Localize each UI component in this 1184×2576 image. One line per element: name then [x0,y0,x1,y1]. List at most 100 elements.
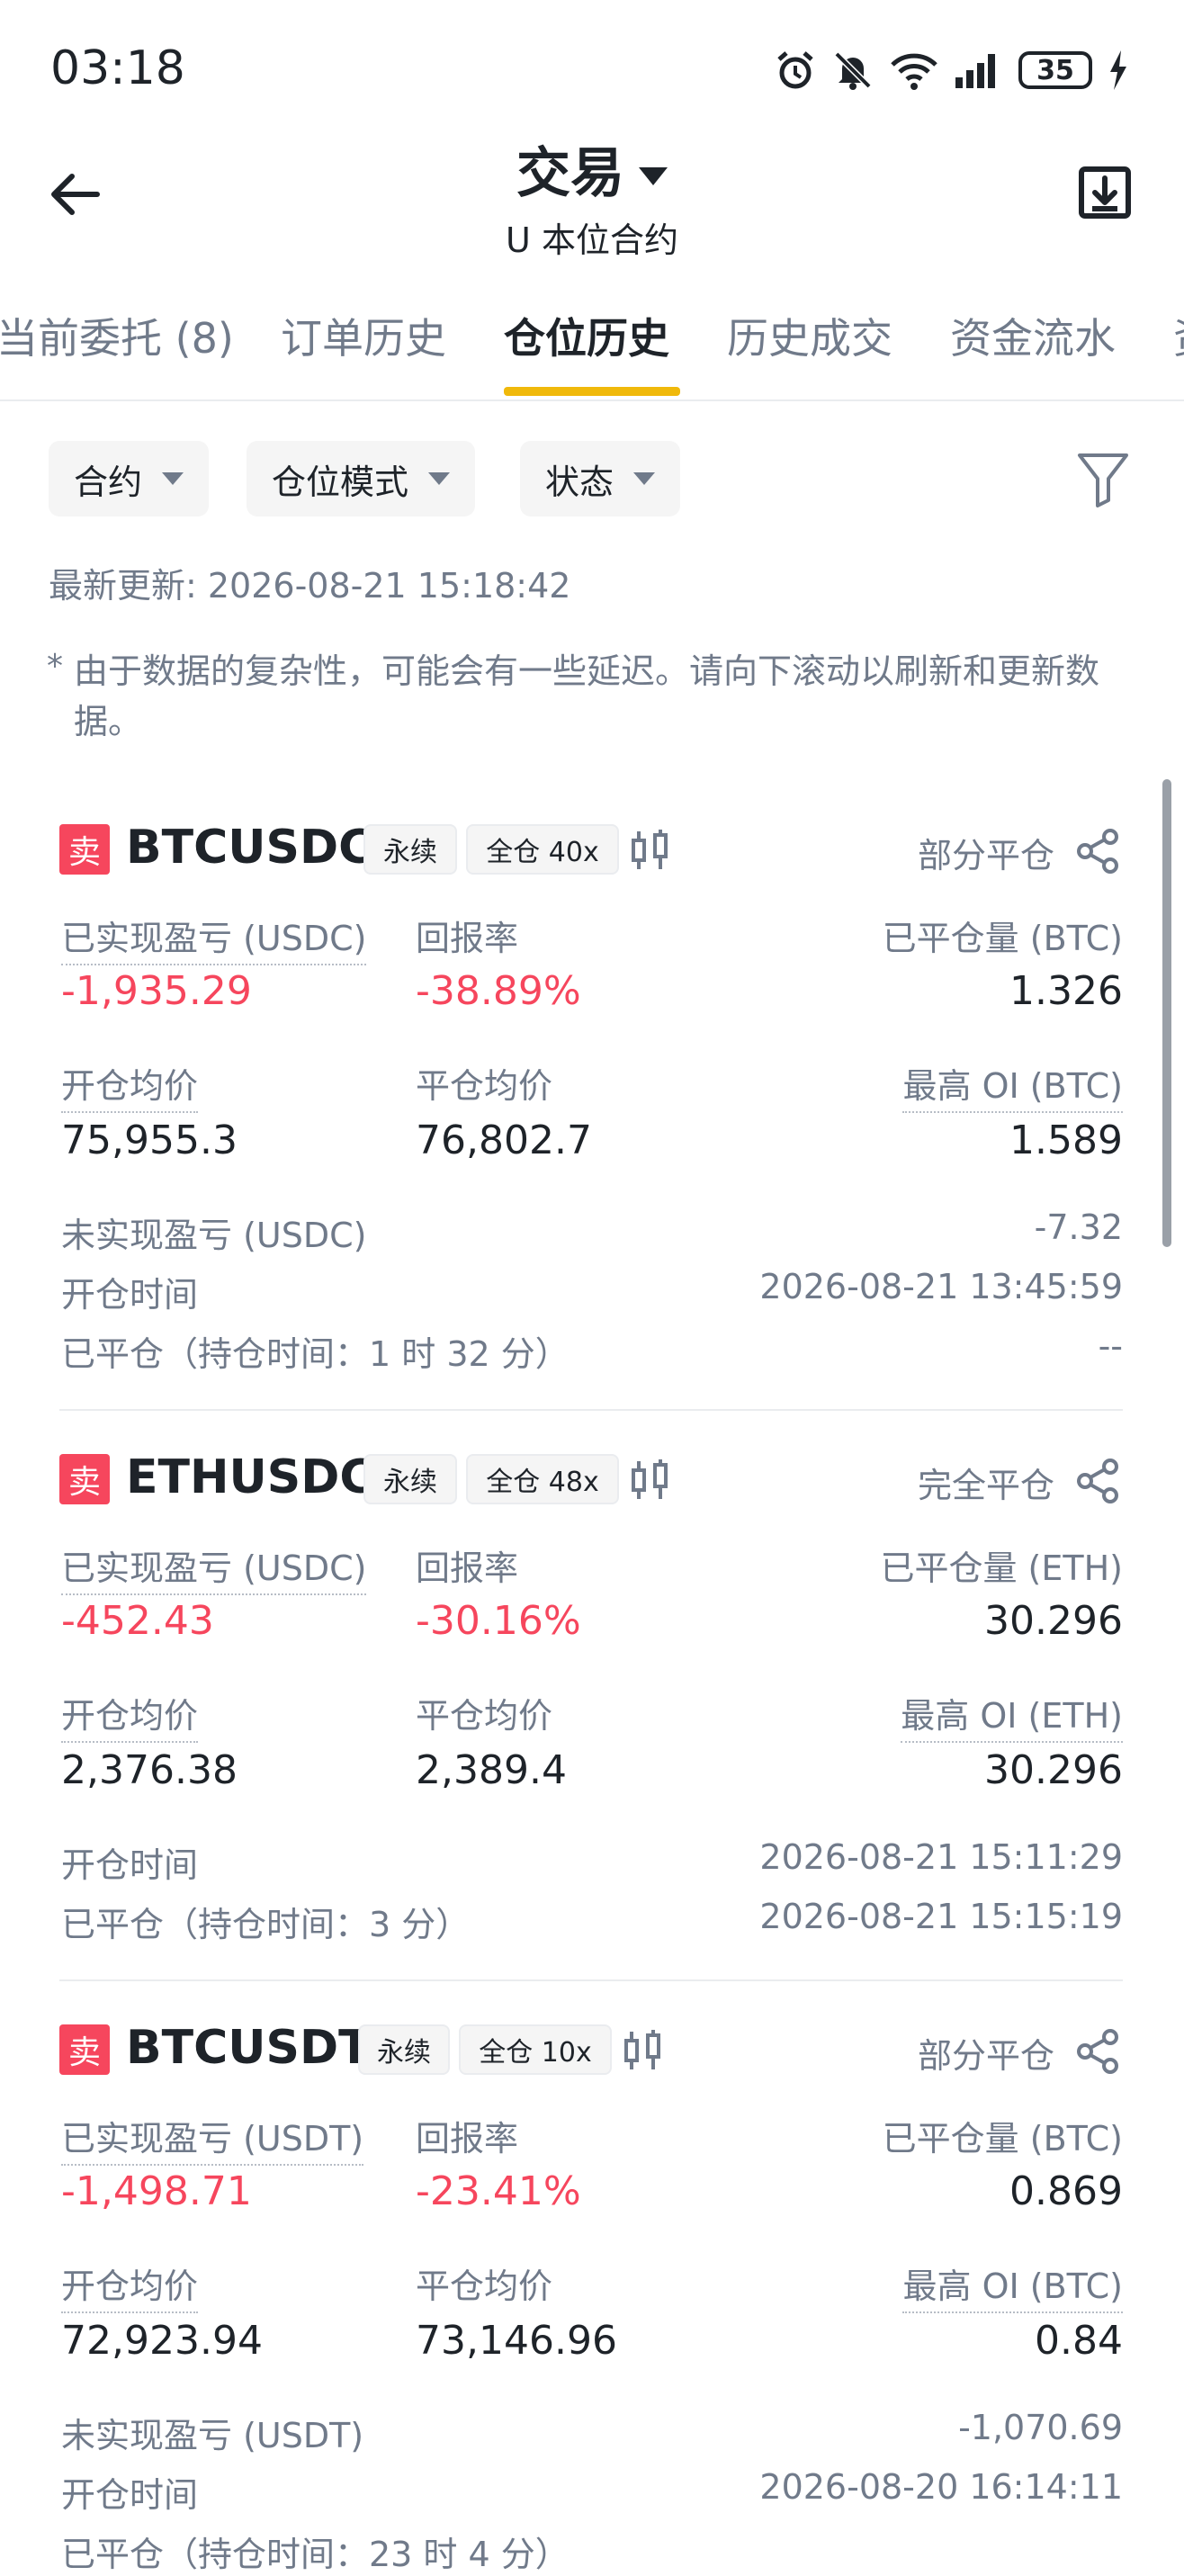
realized-pnl-value: -452.43 [61,1598,214,1644]
close-time-value: -- [1098,1326,1123,1366]
closed-qty-label: 已平仓量 (BTC) [882,919,1123,958]
closed-qty-label: 已平仓量 (BTC) [882,2119,1123,2159]
open-time-value: 2026-08-21 15:11:29 [759,1837,1123,1877]
max-oi-value: 30.296 [984,1747,1123,1793]
sell-badge: 卖 [59,1454,110,1504]
perpetual-tag: 永续 [363,1454,457,1504]
candlestick-icon[interactable] [630,828,669,873]
close-price-value: 76,802.7 [416,1117,592,1163]
roi-label: 回报率 [416,2119,519,2159]
max-oi-label[interactable]: 最高 OI (BTC) [902,1058,1123,1113]
entry-price-label[interactable]: 开仓均价 [61,1058,199,1113]
status-icons: 35 [774,43,1128,97]
tab-transaction-history[interactable]: 资金流水 [950,306,1116,365]
close-time-value: 2026-08-21 15:15:19 [759,1897,1123,1936]
signal-icon [955,54,995,88]
tab-trade-history[interactable]: 历史成交 [727,306,892,365]
tab-order-history[interactable]: 订单历史 [281,306,446,365]
unrealized-pnl-label: 未实现盈亏 (USDC) [61,1216,367,1255]
closed-duration-label: 已平仓（持仓时间：3 分） [61,1905,471,1944]
close-price-label: 平仓均价 [416,1066,553,1106]
status-filter[interactable]: 状态 [520,441,681,516]
position-symbol[interactable]: ETHUSDC [126,1450,374,1504]
entry-price-value: 72,923.94 [61,2318,263,2364]
battery-icon: 35 [1018,51,1092,89]
max-oi-label[interactable]: 最高 OI (ETH) [901,1688,1123,1743]
caret-down-icon [633,472,656,485]
charging-icon [1110,50,1126,90]
roi-value: -23.41% [416,2168,581,2214]
contract-filter[interactable]: 合约 [49,441,210,516]
close-price-value: 2,389.4 [416,1747,567,1793]
close-price-value: 73,146.96 [416,2318,617,2364]
perpetual-tag: 永续 [358,2024,450,2075]
position-symbol[interactable]: BTCUSDC [126,821,372,875]
closed-qty-value: 1.326 [1009,968,1123,1014]
share-icon[interactable] [1074,828,1121,875]
unrealized-pnl-label: 未实现盈亏 (USDT) [61,2416,364,2455]
open-time-label: 开仓时间 [61,1275,199,1315]
contract-filter-label: 合约 [74,462,143,502]
page-title-text: 交易 [516,142,624,205]
unrealized-pnl-value: -7.32 [1034,1207,1123,1247]
close-price-label: 平仓均价 [416,1696,553,1736]
chevron-down-icon [639,167,668,186]
close-price-label: 平仓均价 [416,2266,553,2306]
status-time: 03:18 [50,41,185,95]
open-time-label: 开仓时间 [61,1845,199,1885]
page-title[interactable]: 交易 [0,130,1184,208]
card-divider [59,1409,1123,1411]
candlestick-icon[interactable] [630,1458,669,1503]
download-icon[interactable] [1076,164,1134,221]
last-updated: 最新更新: 2026-08-21 15:18:42 [49,566,571,606]
scrollbar[interactable] [1162,779,1171,1247]
position-status: 完全平仓 [917,1466,1054,1505]
perpetual-tag: 永续 [363,824,457,875]
closed-duration-label: 已平仓（持仓时间：1 时 32 分） [61,1334,570,1374]
closed-qty-label: 已平仓量 (ETH) [880,1548,1123,1588]
tab-open-orders[interactable]: 当前委托 (8) [0,306,234,365]
tab-more[interactable]: 资 [1173,306,1184,365]
realized-pnl-label[interactable]: 已实现盈亏 (USDC) [61,1540,367,1595]
page-subtitle: U 本位合约 [506,220,678,260]
entry-price-label[interactable]: 开仓均价 [61,1688,199,1743]
roi-value: -30.16% [416,1598,581,1644]
open-time-value: 2026-08-21 13:45:59 [759,1267,1123,1306]
position-status: 部分平仓 [917,836,1054,875]
roi-value: -38.89% [416,968,581,1014]
realized-pnl-label[interactable]: 已实现盈亏 (USDT) [61,2111,364,2166]
status-filter-label: 状态 [545,462,614,502]
entry-price-value: 2,376.38 [61,1747,238,1793]
wifi-icon [891,53,937,90]
share-icon[interactable] [1074,2028,1121,2075]
alarm-icon [777,51,813,89]
margin-tag: 全仓 10x [459,2024,612,2075]
caret-down-icon [162,472,184,485]
share-icon[interactable] [1074,1458,1121,1504]
closed-duration-label: 已平仓（持仓时间：23 时 4 分） [61,2535,570,2574]
active-tab-indicator [504,387,680,396]
caret-down-icon [428,472,451,485]
margin-tag: 全仓 40x [466,824,619,875]
tab-position-history[interactable]: 仓位历史 [504,306,669,365]
filter-icon[interactable] [1076,450,1130,507]
roi-label: 回报率 [416,1548,519,1588]
position-symbol[interactable]: BTCUSDT [126,2021,371,2075]
realized-pnl-value: -1,498.71 [61,2168,252,2214]
closed-qty-value: 30.296 [984,1598,1123,1644]
notice-asterisk: * [47,648,63,685]
roi-label: 回报率 [416,919,519,958]
unrealized-pnl-value: -1,070.69 [958,2408,1123,2447]
entry-price-label[interactable]: 开仓均价 [61,2258,199,2313]
tabs-divider [0,399,1184,401]
card-divider [59,1979,1123,1981]
candlestick-icon[interactable] [623,2028,662,2073]
realized-pnl-label[interactable]: 已实现盈亏 (USDC) [61,911,367,965]
closed-qty-value: 0.869 [1009,2168,1123,2214]
max-oi-value: 1.589 [1009,1117,1123,1163]
position-mode-filter[interactable]: 仓位模式 [247,441,476,516]
max-oi-value: 0.84 [1035,2318,1123,2364]
max-oi-label[interactable]: 最高 OI (BTC) [902,2258,1123,2313]
open-time-value: 2026-08-20 16:14:11 [759,2467,1123,2507]
position-mode-filter-label: 仓位模式 [272,462,409,502]
